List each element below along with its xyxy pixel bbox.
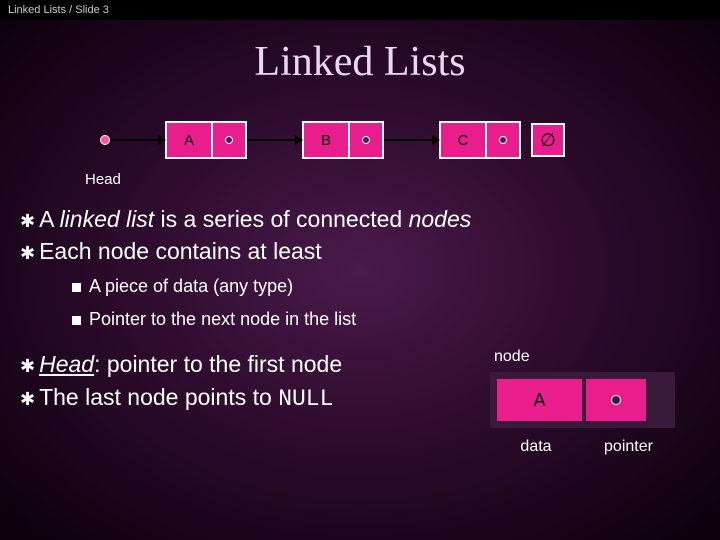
node-pointer bbox=[350, 123, 382, 157]
null-terminator: ∅ bbox=[531, 123, 565, 157]
linked-list-diagram: A B C ∅ bbox=[100, 121, 720, 159]
star-icon: ✱ bbox=[20, 356, 35, 376]
square-icon bbox=[72, 316, 81, 325]
arrow-icon bbox=[247, 139, 302, 141]
node-figure-caption: node bbox=[494, 348, 675, 366]
node-data: A bbox=[167, 123, 213, 157]
list-node: C bbox=[439, 121, 521, 159]
node-figure: node A data pointer bbox=[490, 348, 675, 456]
pointer-dot-icon bbox=[611, 395, 621, 405]
pointer-dot-icon bbox=[499, 136, 507, 144]
list-node: A bbox=[165, 121, 247, 159]
bottom-bullets: ✱Head: pointer to the first node ✱The la… bbox=[20, 348, 490, 414]
bullet-head: ✱Head: pointer to the first node bbox=[20, 348, 490, 380]
star-icon: ✱ bbox=[20, 243, 35, 263]
node-data: C bbox=[441, 123, 487, 157]
node-figure-data: A bbox=[497, 379, 582, 421]
sub-bullet-data: A piece of data (any type) bbox=[72, 273, 700, 300]
label-data: data bbox=[490, 438, 582, 456]
head-dot-icon bbox=[100, 135, 110, 145]
bullet-last-node: ✱The last node points to NULL bbox=[20, 381, 490, 415]
breadcrumb: Linked Lists / Slide 3 bbox=[0, 0, 720, 20]
page-title: Linked Lists bbox=[0, 38, 720, 86]
sub-bullet-pointer: Pointer to the next node in the list bbox=[72, 306, 700, 333]
pointer-dot-icon bbox=[362, 136, 370, 144]
list-node: B bbox=[302, 121, 384, 159]
bullet-each-node: ✱Each node contains at least bbox=[20, 235, 700, 267]
head-pointer-label: Head bbox=[85, 171, 720, 188]
node-pointer bbox=[213, 123, 245, 157]
arrow-icon bbox=[384, 139, 439, 141]
pointer-dot-icon bbox=[225, 136, 233, 144]
label-pointer: pointer bbox=[582, 438, 675, 456]
bullet-definition: ✱A linked list is a series of connected … bbox=[20, 203, 700, 235]
node-figure-box: A bbox=[490, 372, 675, 428]
node-data: B bbox=[304, 123, 350, 157]
node-pointer bbox=[487, 123, 519, 157]
star-icon: ✱ bbox=[20, 389, 35, 409]
star-icon: ✱ bbox=[20, 211, 35, 231]
node-figure-labels: data pointer bbox=[490, 438, 675, 456]
arrow-icon bbox=[110, 139, 165, 141]
node-figure-pointer bbox=[586, 379, 646, 421]
slide-content: ✱A linked list is a series of connected … bbox=[20, 203, 700, 456]
square-icon bbox=[72, 283, 81, 292]
